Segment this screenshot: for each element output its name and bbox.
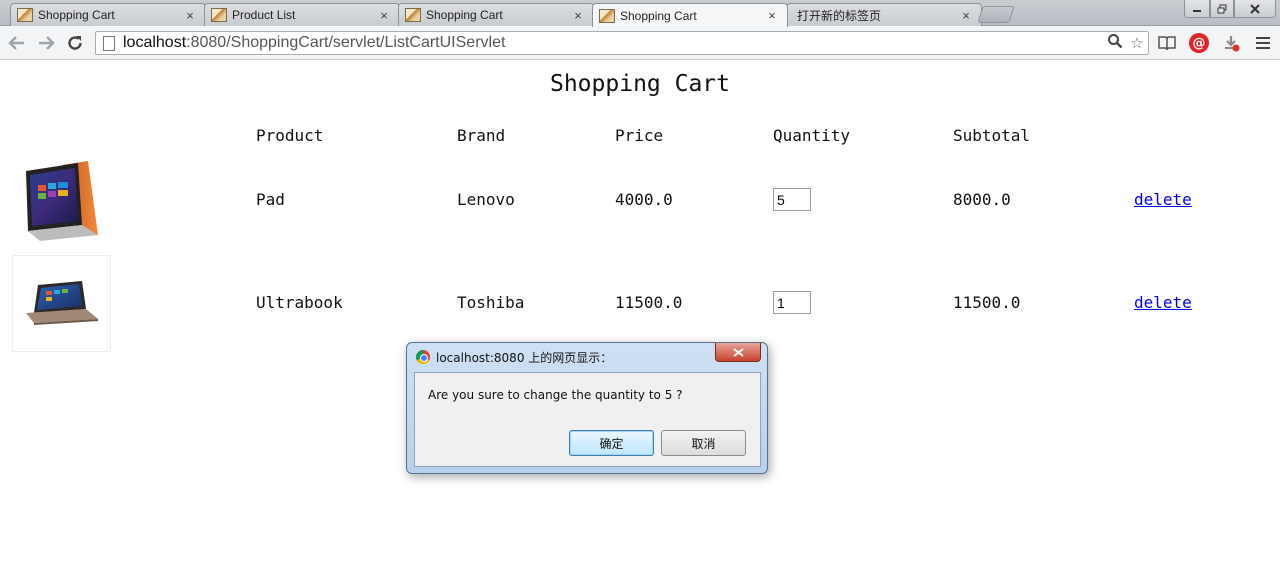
product-image-ultrabook (12, 255, 111, 352)
dialog-title: localhost:8080 上的网页显示： (436, 350, 613, 365)
bookmark-star-icon[interactable]: ☆ (1126, 34, 1148, 52)
tab-title: Shopping Cart (620, 8, 697, 23)
close-icon (732, 347, 744, 357)
close-icon (1250, 3, 1260, 14)
reader-mode-icon[interactable] (1157, 33, 1177, 53)
tab-new-tab-page[interactable]: 打开新的标签页 × (786, 3, 982, 26)
window-close-button[interactable] (1234, 0, 1276, 18)
cart-row-1-brand: Lenovo (457, 190, 515, 209)
reload-button[interactable] (64, 32, 86, 54)
cart-row-2-brand: Toshiba (457, 293, 525, 312)
cart-row-2-quantity-input[interactable] (773, 291, 811, 314)
dialog-body: Are you sure to change the quantity to 5… (414, 372, 761, 467)
tab-close-icon[interactable]: × (765, 8, 779, 23)
cart-row-1-delete-link[interactable]: delete (1134, 190, 1192, 209)
dialog-message: Are you sure to change the quantity to 5… (428, 388, 683, 402)
dialog-titlebar: localhost:8080 上的网页显示： (407, 343, 767, 371)
tab-strip: Shopping Cart × Product List × Shopping … (0, 0, 1280, 27)
tab-title: 打开新的标签页 (797, 8, 882, 23)
tab-title: Product List (232, 8, 296, 22)
tab-shopping-cart-2[interactable]: Shopping Cart × (398, 3, 594, 26)
download-extension-icon[interactable] (1221, 33, 1241, 53)
dialog-close-button[interactable] (715, 343, 761, 362)
column-header-brand: Brand (457, 126, 506, 145)
zoom-icon[interactable] (1104, 33, 1126, 53)
url-text[interactable]: localhost:8080/ShoppingCart/servlet/List… (123, 34, 1104, 52)
column-header-price: Price (615, 126, 664, 145)
forward-button[interactable] (35, 32, 57, 54)
column-header-subtotal: Subtotal (953, 126, 1031, 145)
mail-extension-icon[interactable]: @ (1189, 33, 1209, 53)
tab-close-icon[interactable]: × (183, 8, 197, 23)
tab-title: Shopping Cart (426, 8, 503, 22)
page-icon (103, 35, 115, 51)
page-title: Shopping Cart (549, 71, 730, 97)
tab-close-icon[interactable]: × (377, 8, 391, 23)
dialog-cancel-button[interactable]: 取消 (661, 430, 746, 456)
cart-row-1-price: 4000.0 (615, 190, 673, 209)
cart-row-2-product: Ultrabook (256, 293, 343, 312)
window-minimize-button[interactable] (1184, 0, 1210, 18)
column-header-quantity: Quantity (773, 126, 851, 145)
cart-row-2-delete-link[interactable]: delete (1134, 293, 1192, 312)
cart-row-2-subtotal: 11500.0 (953, 293, 1021, 312)
cart-row-2-price: 11500.0 (615, 293, 683, 312)
dialog-ok-button[interactable]: 确定 (569, 430, 654, 456)
column-header-product: Product (256, 126, 324, 145)
new-tab-button[interactable] (977, 6, 1015, 23)
page-favicon-icon (17, 8, 33, 22)
page-favicon-icon (405, 8, 421, 22)
reload-icon (68, 36, 82, 50)
product-image-pad (26, 161, 98, 241)
tab-close-icon[interactable]: × (959, 8, 973, 23)
tab-title: Shopping Cart (38, 8, 115, 22)
browser-toolbar: localhost:8080/ShoppingCart/servlet/List… (0, 26, 1280, 60)
page-favicon-icon (211, 8, 227, 22)
chrome-menu-icon[interactable] (1253, 33, 1273, 53)
tab-product-list[interactable]: Product List × (204, 3, 400, 26)
back-button[interactable] (6, 32, 28, 54)
minimize-icon (1193, 9, 1201, 12)
page-favicon-icon (599, 8, 615, 23)
window-restore-button[interactable] (1210, 0, 1234, 18)
tab-shopping-cart-active[interactable]: Shopping Cart × (592, 3, 788, 27)
arrow-left-icon (8, 36, 24, 50)
address-bar[interactable]: localhost:8080/ShoppingCart/servlet/List… (95, 31, 1149, 55)
arrow-right-icon (39, 36, 55, 50)
confirm-dialog: localhost:8080 上的网页显示： Are you sure to c… (406, 342, 768, 474)
tab-shopping-cart-1[interactable]: Shopping Cart × (10, 3, 206, 26)
cart-row-1-product: Pad (256, 190, 285, 209)
restore-icon (1217, 4, 1227, 13)
url-host: localhost (123, 34, 187, 51)
chrome-icon (416, 350, 430, 364)
cart-row-1-subtotal: 8000.0 (953, 190, 1011, 209)
cart-row-1-quantity-input[interactable] (773, 188, 811, 211)
url-path: :8080/ShoppingCart/servlet/ListCartUISer… (186, 34, 506, 51)
page-content: Shopping Cart Product Brand Price Quanti… (0, 61, 1280, 584)
tab-close-icon[interactable]: × (571, 8, 585, 23)
